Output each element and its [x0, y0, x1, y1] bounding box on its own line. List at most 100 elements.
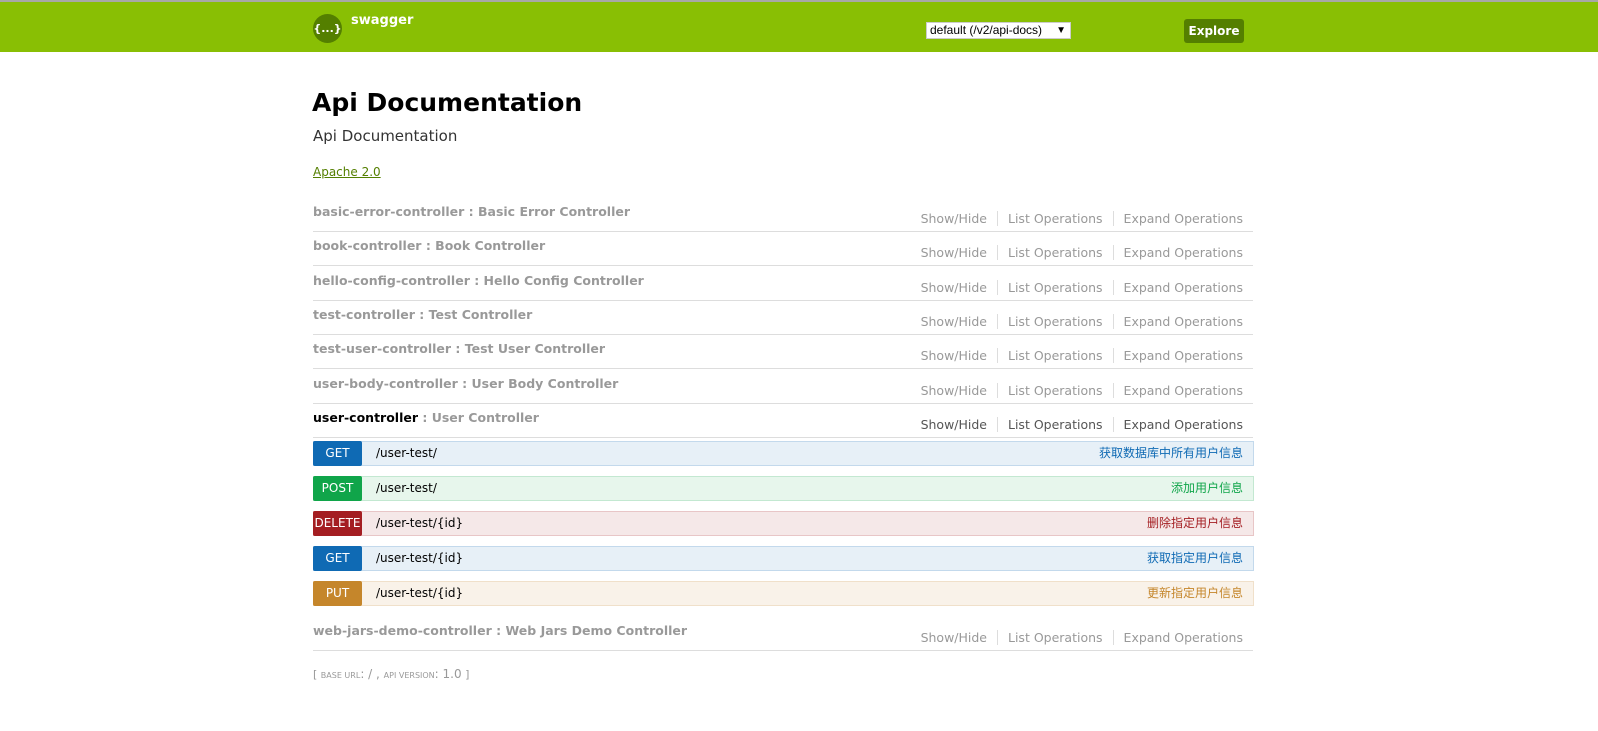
spec-select-value: default (/v2/api-docs)	[930, 23, 1043, 37]
resource-name[interactable]: book-controller	[313, 238, 421, 253]
show-hide-link[interactable]: Show/Hide	[911, 279, 998, 295]
endpoint-summary[interactable]: 更新指定用户信息	[1147, 582, 1243, 605]
list-operations-link[interactable]: List Operations	[998, 211, 1114, 226]
page-title: Api Documentation	[312, 88, 583, 117]
resource-name[interactable]: hello-config-controller	[313, 273, 470, 288]
endpoint-path[interactable]: /user-test/{id}	[376, 547, 463, 570]
resource-operations: Show/Hide List Operations Expand Operation…	[911, 382, 1243, 398]
resource-name[interactable]: basic-error-controller	[313, 204, 464, 219]
resource-heading[interactable]: hello-config-controller : Hello Config C…	[313, 273, 644, 288]
resource-test-controller: test-controller : Test Controller Show/Hi…	[313, 301, 1253, 335]
resource-name[interactable]: test-controller	[313, 307, 415, 322]
endpoint-summary[interactable]: 删除指定用户信息	[1147, 512, 1243, 535]
endpoint-path[interactable]: /user-test/{id}	[376, 582, 463, 605]
resource-operations: Show/Hide List Operations Expand Operation…	[911, 279, 1243, 295]
expand-operations-link[interactable]: Expand Operations	[1114, 417, 1243, 432]
resource-heading[interactable]: user-body-controller : User Body Control…	[313, 376, 618, 391]
resource-description: : User Controller	[418, 409, 539, 425]
resource-heading[interactable]: test-controller : Test Controller	[313, 307, 532, 322]
license-link[interactable]: Apache 2.0	[313, 165, 381, 179]
resource-basic-error-controller: basic-error-controller : Basic Error Con…	[313, 198, 1253, 232]
swagger-logo-icon[interactable]: {...}	[313, 14, 342, 43]
endpoint-path[interactable]: /user-test/	[376, 477, 437, 500]
resource-hello-config-controller: hello-config-controller : Hello Config C…	[313, 267, 1253, 301]
resource-user-controller: user-controller : User Controller Show/Hi…	[313, 404, 1253, 438]
resource-operations: Show/Hide List Operations Expand Operation…	[911, 313, 1243, 329]
resource-operations: Show/Hide List Operations Expand Operation…	[911, 416, 1243, 432]
expand-operations-link[interactable]: Expand Operations	[1114, 630, 1243, 645]
resource-name[interactable]: web-jars-demo-controller	[313, 623, 492, 638]
resource-name[interactable]: test-user-controller	[313, 341, 451, 356]
endpoint-path[interactable]: /user-test/{id}	[376, 512, 463, 535]
resource-description: : Hello Config Controller	[469, 272, 644, 288]
top-bar: {...} swagger default (/v2/api-docs) ▼ Ex…	[0, 0, 1598, 52]
endpoint-row[interactable]: GET/user-test/{id} 获取指定用户信息	[313, 546, 1254, 572]
endpoint-summary[interactable]: 获取数据库中所有用户信息	[1099, 442, 1243, 465]
list-operations-link[interactable]: List Operations	[998, 416, 1114, 432]
endpoint-row[interactable]: POST/user-test/添加用户信息	[313, 476, 1254, 502]
show-hide-link[interactable]: Show/Hide	[911, 416, 998, 432]
list-operations-link[interactable]: List Operations	[998, 279, 1114, 295]
resource-heading[interactable]: book-controller : Book Controller	[313, 238, 545, 253]
show-hide-link[interactable]: Show/Hide	[911, 211, 998, 226]
resource-description: : User Body Controller	[457, 375, 619, 391]
http-method-badge[interactable]: PUT	[313, 581, 362, 607]
base-url-value: : / ,	[360, 667, 384, 681]
footer-bracket: ]	[461, 668, 470, 681]
endpoint-summary[interactable]: 添加用户信息	[1171, 477, 1243, 500]
endpoint-row[interactable]: PUT/user-test/{id} 更新指定用户信息	[313, 581, 1254, 607]
resource-description: : Basic Error Controller	[464, 204, 631, 219]
expand-operations-link[interactable]: Expand Operations	[1114, 314, 1243, 329]
endpoint-summary[interactable]: 获取指定用户信息	[1147, 547, 1243, 570]
footer-bracket: [	[313, 668, 321, 681]
list-operations-link[interactable]: List Operations	[998, 348, 1114, 364]
expand-operations-link[interactable]: Expand Operations	[1114, 348, 1243, 363]
resource-test-user-controller: test-user-controller : Test User Control…	[313, 335, 1253, 370]
resource-heading[interactable]: test-user-controller : Test User Control…	[313, 341, 605, 356]
resource-description: : Book Controller	[421, 238, 546, 254]
resource-user-body-controller: user-body-controller : User Body Control…	[313, 370, 1253, 404]
http-method-badge[interactable]: GET	[313, 546, 362, 572]
api-description: Api Documentation	[313, 127, 458, 145]
show-hide-link[interactable]: Show/Hide	[911, 245, 998, 261]
show-hide-link[interactable]: Show/Hide	[911, 348, 998, 364]
resource-name[interactable]: user-body-controller	[313, 376, 458, 391]
resource-heading[interactable]: user-controller : User Controller	[313, 410, 539, 425]
explore-button[interactable]: Explore	[1184, 19, 1244, 43]
resource-description: : Test Controller	[414, 306, 533, 322]
base-url-label: base url	[320, 671, 361, 680]
http-method-badge[interactable]: DELETE	[313, 511, 362, 537]
dropdown-arrow-icon: ▼	[1056, 25, 1066, 36]
show-hide-link[interactable]: Show/Hide	[911, 382, 998, 398]
endpoint-path[interactable]: /user-test/	[376, 442, 437, 465]
expand-operations-link[interactable]: Expand Operations	[1114, 211, 1243, 226]
resource-description: : Web Jars Demo Controller	[491, 623, 688, 639]
list-operations-link[interactable]: List Operations	[998, 313, 1114, 329]
resource-book-controller: book-controller : Book Controller Show/Hi…	[313, 232, 1253, 267]
show-hide-link[interactable]: Show/Hide	[911, 630, 998, 646]
api-version-value: : 1.0	[434, 667, 462, 681]
resource-web-jars-demo-controller: web-jars-demo-controller : Web Jars Demo…	[313, 617, 1253, 652]
http-method-badge[interactable]: GET	[313, 441, 362, 467]
resource-description: : Test User Controller	[451, 341, 606, 357]
show-hide-link[interactable]: Show/Hide	[911, 313, 998, 329]
list-operations-link[interactable]: List Operations	[998, 630, 1114, 646]
list-operations-link[interactable]: List Operations	[998, 382, 1114, 398]
endpoint-row[interactable]: GET/user-test/获取数据库中所有用户信息	[313, 441, 1254, 467]
endpoint-row[interactable]: DELETE/user-test/{id} 删除指定用户信息	[313, 511, 1254, 537]
resource-operations: Show/Hide List Operations Expand Operation…	[911, 211, 1243, 226]
footer-info: [ base url: / , api version: 1.0 ]	[313, 667, 469, 681]
expand-operations-link[interactable]: Expand Operations	[1114, 280, 1243, 295]
api-version-label: api version	[383, 671, 435, 680]
http-method-badge[interactable]: POST	[313, 476, 362, 502]
expand-operations-link[interactable]: Expand Operations	[1114, 245, 1243, 260]
resource-heading[interactable]: basic-error-controller : Basic Error Con…	[313, 204, 630, 219]
resource-operations: Show/Hide List Operations Expand Operation…	[911, 348, 1243, 364]
resource-operations: Show/Hide List Operations Expand Operation…	[911, 245, 1243, 261]
spec-select[interactable]: default (/v2/api-docs) ▼	[926, 22, 1071, 39]
resource-name[interactable]: user-controller	[313, 410, 418, 425]
list-operations-link[interactable]: List Operations	[998, 245, 1114, 261]
brand-name[interactable]: swagger	[351, 13, 413, 28]
expand-operations-link[interactable]: Expand Operations	[1114, 383, 1243, 398]
resource-heading[interactable]: web-jars-demo-controller : Web Jars Demo…	[313, 623, 687, 638]
